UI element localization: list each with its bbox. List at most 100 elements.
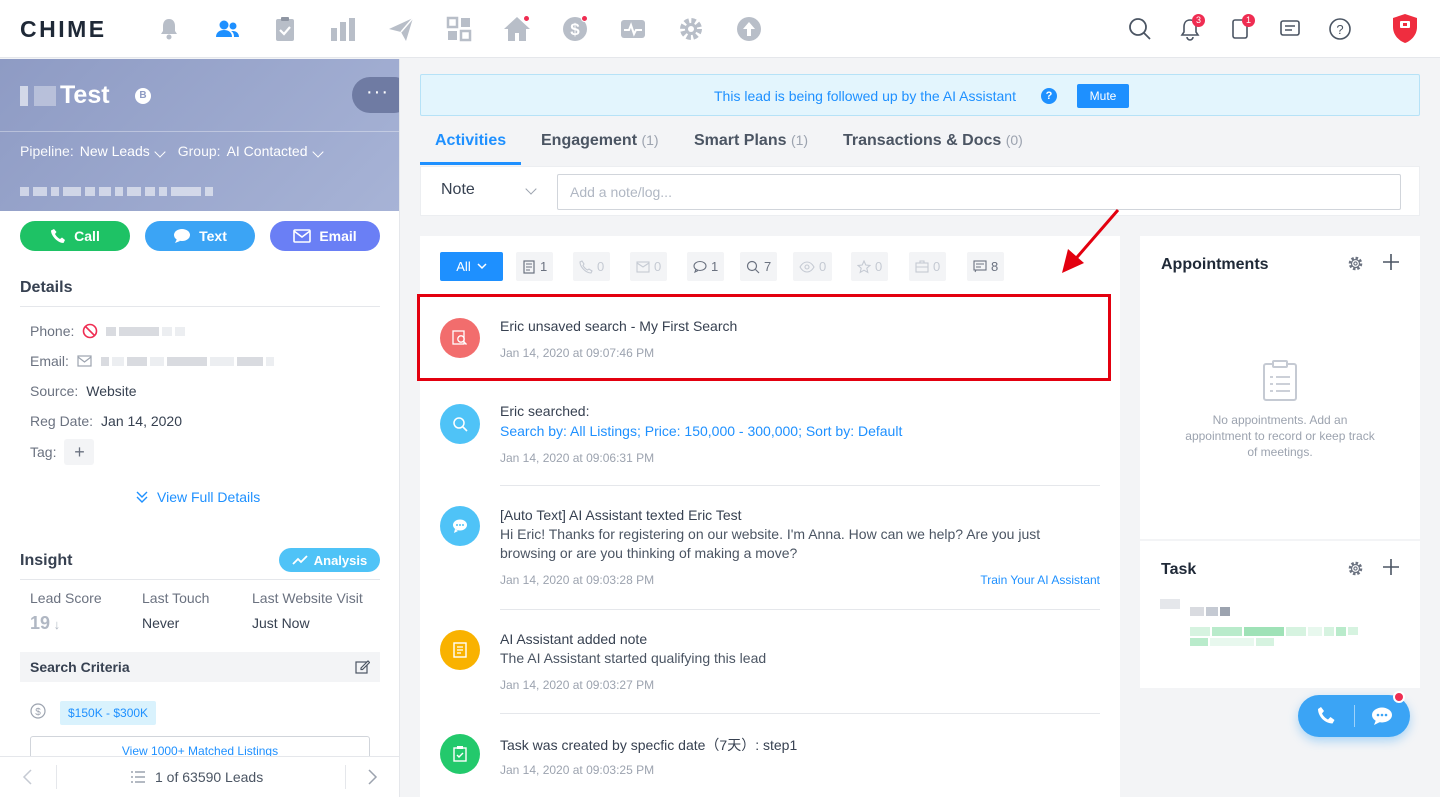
chevron-down-icon — [477, 263, 487, 270]
chat-bubble-icon[interactable] — [1371, 706, 1393, 726]
filter-searches[interactable]: 7 — [740, 252, 778, 281]
view-full-details-link[interactable]: View Full Details — [135, 489, 260, 505]
filter-count: 0 — [819, 259, 827, 274]
empty-clipboard-icon — [1263, 360, 1297, 401]
filter-notes[interactable]: 1 — [516, 252, 554, 281]
tab-label: Transactions & Docs — [843, 132, 1002, 149]
leads-people-icon[interactable] — [212, 14, 242, 44]
activity-body: The AI Assistant started qualifying this… — [500, 650, 767, 666]
call-label: Call — [74, 228, 100, 244]
chevron-down-icon — [154, 146, 166, 158]
eye-icon — [799, 260, 815, 273]
notification-dot — [523, 15, 530, 22]
analysis-label: Analysis — [313, 552, 368, 568]
send-plane-icon[interactable] — [386, 14, 416, 44]
tab-activities[interactable]: Activities — [435, 132, 506, 150]
email-label-text: Email: — [30, 353, 69, 369]
note-type-select[interactable]: Note — [441, 181, 475, 199]
email-label: Email — [319, 228, 357, 244]
chevron-down-icon — [311, 146, 324, 158]
filter-texts[interactable]: 1 — [687, 252, 725, 281]
mute-button[interactable]: Mute — [1077, 84, 1129, 108]
lead-pager: 1 of 63590 Leads — [0, 756, 399, 797]
grid-layout-icon[interactable] — [444, 14, 474, 44]
filter-logs[interactable]: 8 — [967, 252, 1005, 281]
bar-chart-icon[interactable] — [328, 14, 358, 44]
task-clipboard-icon — [440, 734, 480, 774]
next-lead-icon[interactable] — [366, 769, 378, 785]
pipeline-dropdown[interactable]: New Leads — [80, 143, 172, 159]
text-label: Text — [199, 228, 227, 244]
group-dropdown[interactable]: AI Contacted — [227, 143, 330, 159]
filter-count: 8 — [991, 259, 999, 274]
appointments-empty-message: No appointments. Add an appointment to r… — [1185, 413, 1375, 459]
tasks-count-badge: 1 — [1242, 14, 1255, 27]
filter-emails[interactable]: 0 — [630, 252, 668, 281]
reg-date-row: Reg Date: Jan 14, 2020 — [30, 413, 182, 429]
help-icon[interactable]: ? — [1327, 16, 1353, 42]
settings-gear-icon[interactable] — [676, 14, 706, 44]
details-title: Details — [20, 279, 73, 296]
envelope-icon — [636, 260, 650, 273]
dollar-outline-icon: $ — [30, 703, 46, 719]
top-nav-bar: CHIME $ 3 1 ? — [0, 0, 1440, 58]
search-criteria-link[interactable]: Search by: All Listings; Price: 150,000 … — [500, 422, 1100, 441]
do-not-call-icon — [83, 323, 98, 339]
tab-transactions-docs[interactable]: Transactions & Docs (0) — [843, 132, 1023, 150]
previous-lead-icon[interactable] — [22, 769, 34, 785]
email-button[interactable]: Email — [270, 221, 380, 251]
analysis-button[interactable]: Analysis — [279, 548, 380, 572]
messages-icon[interactable] — [1277, 16, 1303, 42]
settings-gear-icon[interactable] — [1347, 560, 1364, 577]
redacted-contact-info — [20, 187, 213, 197]
activity-title: Task was created by specfic date（7天）: st… — [500, 737, 798, 753]
phone-row: Phone: — [30, 323, 188, 339]
call-button[interactable]: Call — [20, 221, 130, 251]
chime-logo[interactable]: CHIME — [20, 16, 107, 43]
last-touch-label: Last Touch — [142, 590, 210, 606]
clipboard-check-icon[interactable] — [270, 14, 300, 44]
search-criteria-title: Search Criteria — [30, 659, 130, 675]
note-input[interactable] — [557, 174, 1401, 210]
chat-bubble-icon — [693, 260, 707, 273]
help-circle-icon[interactable]: ? — [1041, 88, 1057, 104]
activity-body: Hi Eric! Thanks for registering on our w… — [500, 526, 1041, 561]
add-tag-button[interactable]: + — [64, 439, 95, 465]
notifications-bell-icon[interactable]: 3 — [1177, 14, 1205, 42]
activity-pulse-icon[interactable] — [618, 14, 648, 44]
divider — [20, 579, 380, 580]
upload-circle-icon[interactable] — [734, 14, 764, 44]
settings-gear-icon[interactable] — [1347, 255, 1364, 272]
filter-views[interactable]: 0 — [793, 252, 833, 281]
phone-icon[interactable] — [1316, 706, 1336, 726]
bell-dollar-icon[interactable] — [154, 14, 184, 44]
divider — [500, 609, 1100, 610]
add-appointment-icon[interactable] — [1382, 253, 1400, 271]
task-title: Task — [1161, 561, 1197, 578]
home-icon[interactable] — [502, 14, 532, 44]
train-ai-assistant-link[interactable]: Train Your AI Assistant — [980, 573, 1100, 587]
tab-engagement[interactable]: Engagement (1) — [541, 132, 659, 150]
filter-calls[interactable]: 0 — [573, 252, 611, 281]
svg-text:?: ? — [1336, 22, 1343, 37]
last-touch-value: Never — [142, 615, 180, 631]
edit-icon[interactable] — [355, 659, 370, 674]
text-button[interactable]: Text — [145, 221, 255, 251]
logo-text: CHIME — [20, 16, 107, 42]
dollar-circle-icon[interactable]: $ — [560, 14, 590, 44]
document-icon — [523, 259, 535, 274]
filter-transactions[interactable]: 0 — [909, 252, 947, 281]
tab-smart-plans[interactable]: Smart Plans (1) — [694, 132, 808, 150]
source-row: Source: Website — [30, 383, 137, 399]
add-task-icon[interactable] — [1382, 558, 1400, 576]
email-row: Email: — [30, 353, 277, 369]
filter-all-button[interactable]: All — [440, 252, 503, 281]
more-options-button[interactable]: ··· — [352, 77, 399, 113]
search-icon[interactable] — [1127, 16, 1153, 42]
user-avatar[interactable] — [1390, 12, 1420, 44]
filter-favorites[interactable]: 0 — [851, 252, 889, 281]
envelope-icon — [293, 229, 312, 243]
tasks-icon[interactable]: 1 — [1227, 14, 1255, 42]
notification-dot — [581, 15, 588, 22]
arrow-down-icon: ↓ — [50, 617, 61, 632]
